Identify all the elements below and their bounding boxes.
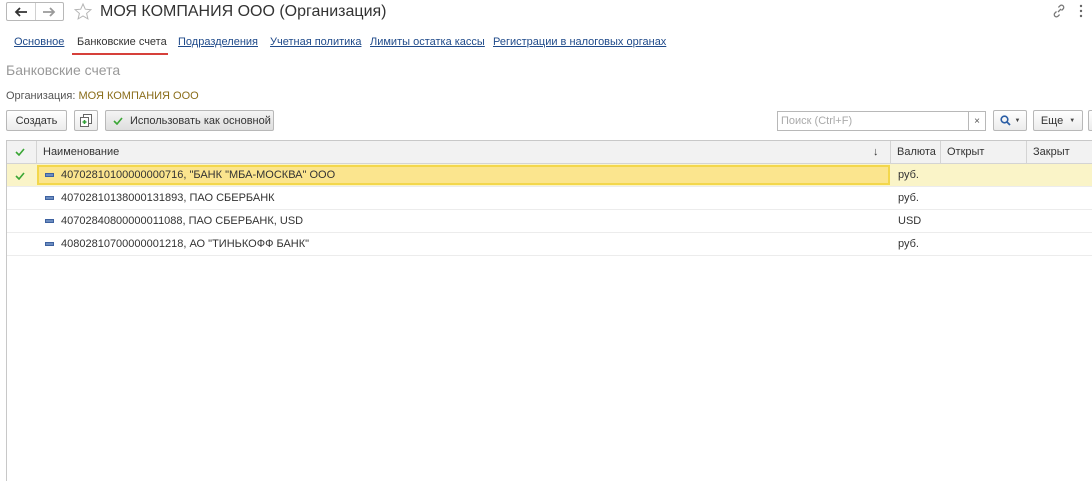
history-nav (6, 2, 64, 21)
organization-link[interactable]: МОЯ КОМПАНИЯ ООО (78, 90, 198, 102)
copy-icon (80, 114, 92, 127)
arrow-right-icon (43, 6, 56, 17)
star-icon[interactable] (73, 2, 93, 22)
table-row[interactable]: 40802810700000001218, АО "ТИНЬКОФФ БАНК"… (7, 233, 1092, 256)
account-name: 40702810138000131893, ПАО СБЕРБАНК (61, 192, 275, 204)
account-currency: руб. (898, 192, 919, 204)
search-clear-button[interactable]: × (968, 111, 986, 131)
search-button[interactable]: ▼ (993, 110, 1027, 131)
account-currency: руб. (898, 238, 919, 250)
tab-bank-accounts[interactable]: Банковские счета (77, 36, 167, 48)
list-item-icon (45, 242, 54, 246)
tab-departments[interactable]: Подразделения (178, 36, 258, 48)
more-button[interactable]: Еще ▼ (1033, 110, 1083, 131)
organization-label: Организация: (6, 90, 76, 102)
tab-main[interactable]: Основное (14, 36, 64, 48)
header-currency[interactable]: Валюта (891, 141, 941, 163)
bank-accounts-table: Наименование ↓ Валюта Открыт Закрыт 4070… (6, 140, 1092, 481)
list-item-icon (45, 173, 54, 177)
forward-button[interactable] (34, 3, 64, 20)
link-icon[interactable] (1051, 3, 1067, 19)
account-name: 40702840800000011088, ПАО СБЕРБАНК, USD (61, 215, 304, 227)
tab-accounting-policy[interactable]: Учетная политика (270, 36, 361, 48)
table-row[interactable]: 40702840800000011088, ПАО СБЕРБАНК, USD … (7, 210, 1092, 233)
account-currency: USD (898, 215, 922, 227)
chevron-down-icon: ▼ (1069, 117, 1076, 124)
back-button[interactable] (7, 3, 35, 20)
list-item-icon (45, 219, 54, 223)
account-currency: руб. (898, 169, 919, 181)
window-title: МОЯ КОМПАНИЯ ООО (Организация) (100, 3, 387, 20)
more-label: Еще (1040, 114, 1064, 127)
header-default-column[interactable] (7, 141, 37, 163)
copy-button[interactable] (74, 110, 98, 131)
check-icon (113, 116, 123, 125)
search-input[interactable] (777, 111, 969, 131)
account-name: 40702810100000000716, "БАНК "МБА-МОСКВА"… (61, 169, 336, 181)
chevron-down-icon: ▼ (1014, 117, 1021, 124)
sort-down-icon[interactable]: ↓ (873, 141, 879, 163)
toolbar-extra-button[interactable] (1088, 110, 1092, 131)
header-opened[interactable]: Открыт (941, 141, 1027, 163)
set-default-button[interactable]: Использовать как основной (105, 110, 274, 131)
search-icon (999, 115, 1011, 126)
active-tab-underline (72, 53, 168, 55)
table-row[interactable]: 40702810138000131893, ПАО СБЕРБАНК руб. (7, 187, 1092, 210)
table-row[interactable]: 40702810100000000716, "БАНК "МБА-МОСКВА"… (7, 164, 1092, 187)
arrow-left-icon (14, 6, 27, 17)
header-name[interactable]: Наименование (37, 141, 891, 163)
check-icon (15, 148, 25, 156)
account-name: 40802810700000001218, АО "ТИНЬКОФФ БАНК" (61, 238, 310, 250)
header-closed[interactable]: Закрыт (1027, 141, 1092, 163)
title-bar: МОЯ КОМПАНИЯ ООО (Организация) (0, 0, 1092, 26)
list-item-icon (45, 196, 54, 200)
table-header: Наименование ↓ Валюта Открыт Закрыт (7, 141, 1092, 164)
tab-cash-limits[interactable]: Лимиты остатка кассы (370, 36, 485, 48)
set-default-label: Использовать как основной (130, 114, 271, 127)
tab-tax-registrations[interactable]: Регистрации в налоговых органах (493, 36, 666, 48)
create-button[interactable]: Создать (6, 110, 67, 131)
check-icon (15, 172, 25, 180)
vertical-dots-icon[interactable] (1077, 3, 1085, 19)
organization-line: Организация: МОЯ КОМПАНИЯ ООО (6, 90, 199, 102)
page-title: Банковские счета (6, 62, 121, 78)
